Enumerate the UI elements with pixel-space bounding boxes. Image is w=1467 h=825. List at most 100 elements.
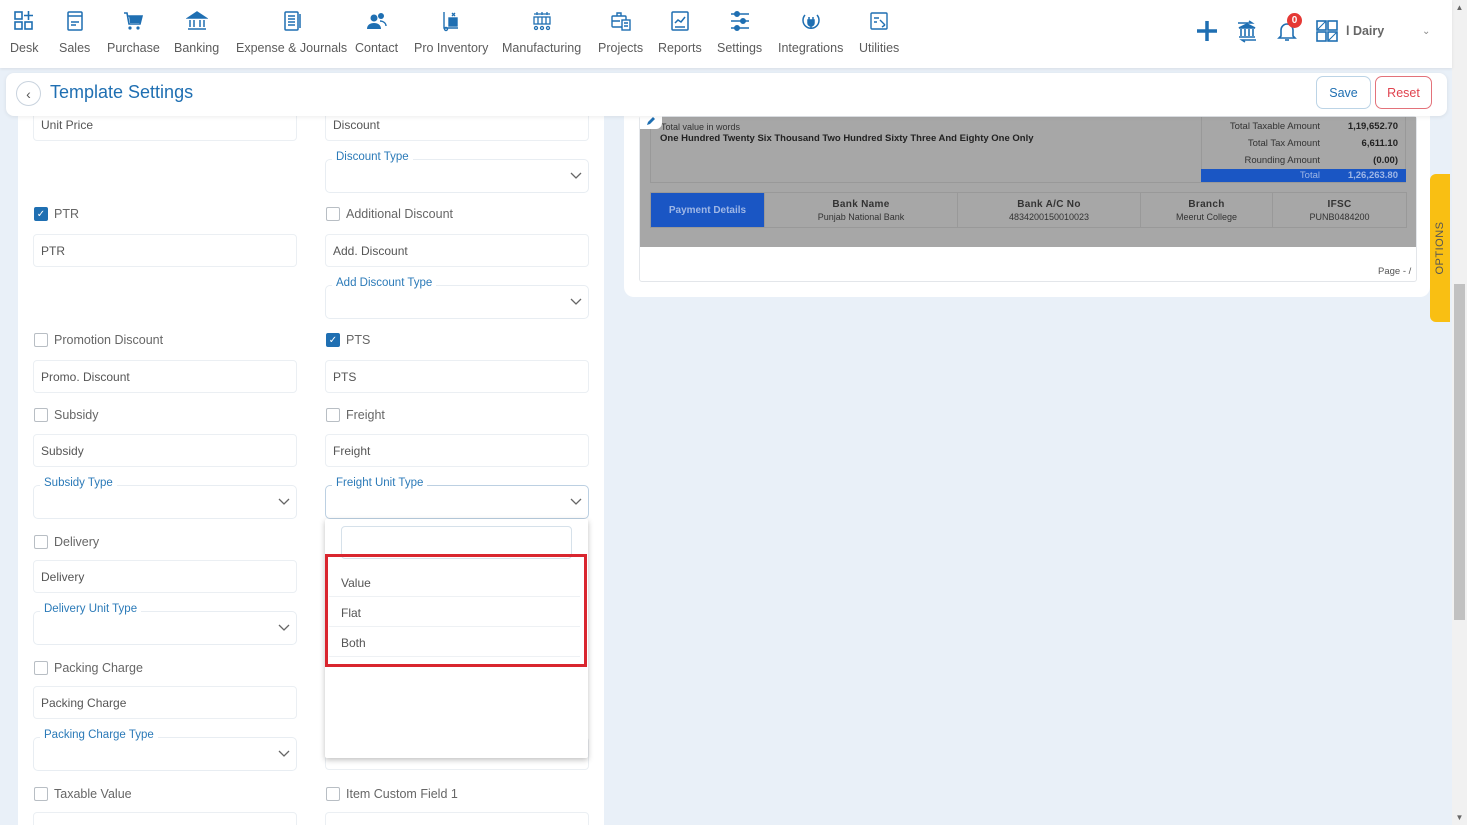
nav-item-projects[interactable]: Projects xyxy=(598,10,643,55)
rounding-amount-row: Rounding Amount (0.00) xyxy=(1201,152,1406,168)
payment-cell: Bank Name Punjab National Bank xyxy=(764,193,957,227)
bank-transfer-button[interactable] xyxy=(1230,14,1264,48)
header-tools: 0 xyxy=(1190,13,1350,48)
freight-field[interactable]: Freight xyxy=(325,434,589,467)
packing-charge-type-select[interactable]: Packing Charge Type xyxy=(33,729,297,771)
scroll-down-arrow-icon[interactable]: ▼ xyxy=(1452,810,1467,825)
inventory-icon xyxy=(443,12,459,32)
page-scrollbar[interactable]: ▲ ▼ xyxy=(1452,0,1467,825)
select-label: Delivery Unit Type xyxy=(40,603,142,615)
promotion-discount-field[interactable]: Promo. Discount xyxy=(33,360,297,393)
checkbox-label: PTS xyxy=(346,333,371,347)
add-button[interactable] xyxy=(1190,14,1224,48)
additional-discount-checkbox[interactable]: Additional Discount xyxy=(326,207,453,221)
discount-type-select[interactable]: Discount Type xyxy=(325,151,589,193)
checkbox-label: Promotion Discount xyxy=(54,333,164,347)
item-custom-field-1-checkbox[interactable]: Item Custom Field 1 xyxy=(326,787,458,801)
subsidy-field[interactable]: Subsidy xyxy=(33,434,297,467)
ptr-field[interactable]: PTR xyxy=(33,234,297,267)
freight-checkbox[interactable]: Freight xyxy=(326,408,385,422)
promotion-discount-checkbox[interactable]: Promotion Discount xyxy=(34,333,163,347)
payment-cell: IFSC PUNB0484200 xyxy=(1272,193,1406,227)
scroll-up-arrow-icon[interactable]: ▲ xyxy=(1452,0,1467,15)
total-label: Rounding Amount xyxy=(1244,155,1320,166)
nav-item-expense-journals[interactable]: Expense & Journals xyxy=(236,10,347,55)
page-title: Template Settings xyxy=(50,82,194,102)
field-value: Discount xyxy=(333,118,380,132)
grand-total-row: Total 1,26,263.80 xyxy=(1201,169,1406,182)
reset-button[interactable]: Reset xyxy=(1375,76,1432,109)
nav-item-utilities[interactable]: Utilities xyxy=(859,10,899,55)
checkbox-unchecked xyxy=(34,408,48,422)
projects-icon xyxy=(610,12,631,31)
field-value: Add. Discount xyxy=(333,244,408,258)
nav-label: Utilities xyxy=(859,41,900,55)
checkbox-unchecked xyxy=(34,787,48,801)
chevron-down-icon xyxy=(278,750,290,757)
nav-item-contact[interactable]: Contact xyxy=(355,10,398,55)
total-value: 1,19,652.70 xyxy=(1347,121,1398,132)
chevron-down-icon xyxy=(278,624,290,631)
packing-charge-checkbox[interactable]: Packing Charge xyxy=(34,661,143,675)
delivery-checkbox[interactable]: Delivery xyxy=(34,535,99,549)
total-taxable-amount-row: Total Taxable Amount 1,19,652.70 xyxy=(1201,118,1406,134)
company-name[interactable]: l Dairy xyxy=(1346,24,1384,38)
integrations-icon xyxy=(801,14,820,30)
checkbox-unchecked xyxy=(326,408,340,422)
chevron-down-icon xyxy=(570,172,582,179)
taxable-value-field[interactable] xyxy=(33,812,297,825)
pts-checkbox[interactable]: ✓ PTS xyxy=(326,333,370,347)
add-discount-type-select[interactable]: Add Discount Type xyxy=(325,277,589,319)
delivery-unit-type-select[interactable]: Delivery Unit Type xyxy=(33,603,297,645)
apps-grid-button[interactable] xyxy=(1310,14,1344,48)
scrollbar-thumb[interactable] xyxy=(1454,284,1465,620)
nav-label: Banking xyxy=(174,41,220,55)
freight-unit-type-dropdown: Value Flat Both xyxy=(325,519,588,758)
nav-item-desk[interactable]: Desk xyxy=(10,10,38,55)
back-button[interactable]: ‹ xyxy=(16,81,41,106)
pts-field[interactable]: PTS xyxy=(325,360,589,393)
packing-charge-field[interactable]: Packing Charge xyxy=(33,686,297,719)
nav-label: Expense & Journals xyxy=(236,41,348,55)
subsidy-checkbox[interactable]: Subsidy xyxy=(34,408,98,422)
ptr-checkbox[interactable]: ✓ PTR xyxy=(34,207,79,221)
chevron-left-icon: ‹ xyxy=(26,85,31,102)
checkbox-checked: ✓ xyxy=(326,333,340,347)
save-button[interactable]: Save xyxy=(1316,76,1371,109)
nav-item-reports[interactable]: Reports xyxy=(658,10,702,55)
nav-label: Reports xyxy=(658,41,702,55)
field-value: Delivery xyxy=(41,570,85,584)
total-in-words-value: One Hundred Twenty Six Thousand Two Hund… xyxy=(660,133,1034,144)
notifications-button[interactable]: 0 xyxy=(1270,13,1304,48)
nav-item-sales[interactable]: Sales xyxy=(59,10,90,55)
page-number-footer: Page - / xyxy=(1378,266,1412,277)
additional-discount-field[interactable]: Add. Discount xyxy=(325,234,589,267)
nav-item-pro-inventory[interactable]: Pro Inventory xyxy=(414,10,488,55)
taxable-value-checkbox[interactable]: Taxable Value xyxy=(34,787,132,801)
delivery-field[interactable]: Delivery xyxy=(33,560,297,593)
nav-item-manufacturing[interactable]: Manufacturing xyxy=(502,10,581,55)
options-tab[interactable]: OPTIONS xyxy=(1430,174,1450,322)
total-label: Total xyxy=(1299,170,1320,181)
highlight-annotation-box xyxy=(325,554,587,667)
checkbox-label: Item Custom Field 1 xyxy=(346,787,458,801)
item-custom-field-1-field[interactable] xyxy=(325,812,589,825)
subsidy-type-select[interactable]: Subsidy Type xyxy=(33,477,297,519)
nav-item-banking[interactable]: Banking xyxy=(174,10,219,55)
nav-item-settings[interactable]: Settings xyxy=(717,10,762,55)
nav-item-purchase[interactable]: Purchase xyxy=(107,10,160,55)
nav-label: Integrations xyxy=(778,41,844,55)
payment-details-heading: Payment Details xyxy=(651,193,764,227)
field-value: Promo. Discount xyxy=(41,370,130,384)
select-label: Freight Unit Type xyxy=(332,477,428,489)
nav-label: Sales xyxy=(59,41,91,55)
freight-unit-type-select[interactable]: Freight Unit Type xyxy=(325,477,589,519)
payment-cell-value: Punjab National Bank xyxy=(817,211,905,222)
settings-icon xyxy=(730,10,749,32)
total-value: 1,26,263.80 xyxy=(1347,170,1398,181)
nav-label: Desk xyxy=(10,41,39,55)
chevron-down-icon[interactable]: ⌄ xyxy=(1422,26,1430,37)
reports-icon xyxy=(671,11,689,31)
pencil-icon xyxy=(647,117,655,125)
nav-item-integrations[interactable]: Integrations xyxy=(778,10,843,55)
